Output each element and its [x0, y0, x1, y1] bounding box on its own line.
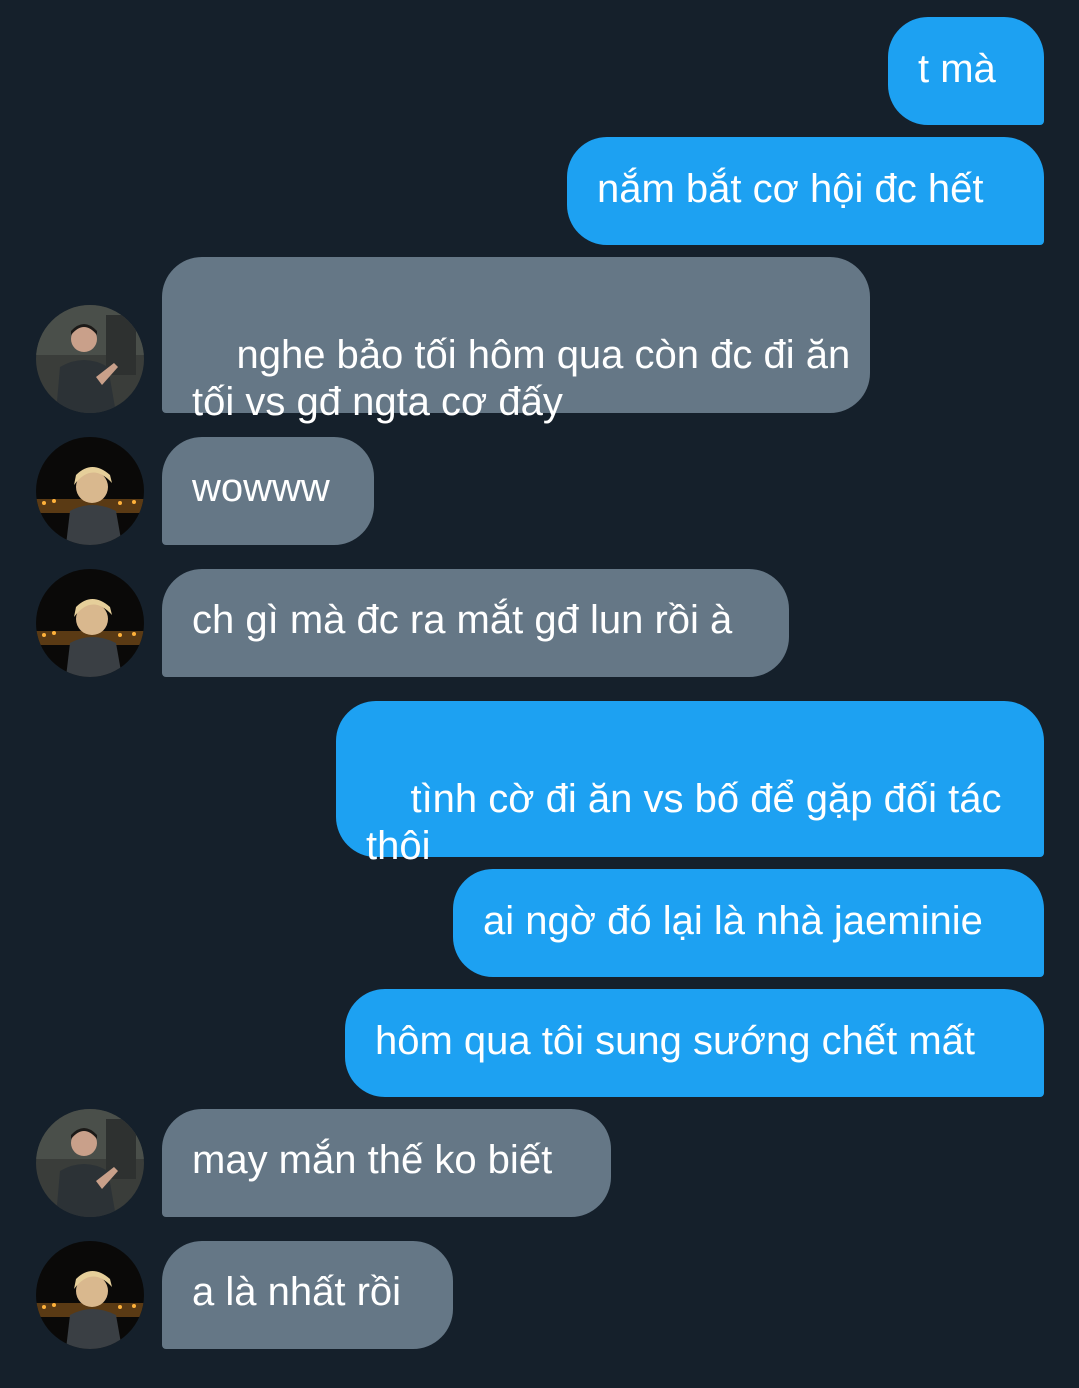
avatar-blonde-night[interactable] [36, 569, 144, 677]
message-text: a là nhất rồi [192, 1270, 402, 1314]
avatar-blonde-night[interactable] [36, 437, 144, 545]
incoming-message[interactable]: a là nhất rồi [162, 1241, 453, 1349]
avatar-dark-room[interactable] [36, 1109, 144, 1217]
avatar-dark-room[interactable] [36, 305, 144, 413]
incoming-message[interactable]: nghe bảo tối hôm qua còn đc đi ăn tối vs… [162, 257, 870, 424]
incoming-message[interactable]: wowww [162, 437, 374, 545]
avatar-blonde-night[interactable] [36, 1241, 144, 1349]
message-text: ch gì mà đc ra mắt gđ lun rồi à [192, 598, 733, 642]
message-text: ai ngờ đó lại là nhà jaeminie [483, 899, 983, 943]
message-text: may mắn thế ko biết [192, 1138, 553, 1182]
message-text: tình cờ đi ăn vs bố để gặp đối tác thôi [366, 777, 1002, 868]
outgoing-message[interactable]: tình cờ đi ăn vs bố để gặp đối tác thôi [336, 701, 1044, 868]
message-text: nghe bảo tối hôm qua còn đc đi ăn tối vs… [192, 333, 851, 424]
incoming-message[interactable]: ch gì mà đc ra mắt gđ lun rồi à [162, 569, 789, 677]
message-text: t mà [918, 47, 996, 91]
outgoing-message[interactable]: nắm bắt cơ hội đc hết [567, 137, 1044, 245]
incoming-message[interactable]: may mắn thế ko biết [162, 1109, 611, 1217]
outgoing-message[interactable]: hôm qua tôi sung sướng chết mất [345, 989, 1044, 1097]
outgoing-message[interactable]: ai ngờ đó lại là nhà jaeminie [453, 869, 1044, 977]
message-text: hôm qua tôi sung sướng chết mất [375, 1019, 975, 1063]
outgoing-message[interactable]: t mà [888, 17, 1044, 125]
message-thread: t mà nắm bắt cơ hội đc hết nghe bảo tối … [0, 0, 1079, 1388]
message-text: nắm bắt cơ hội đc hết [597, 167, 984, 211]
message-text: wowww [192, 466, 330, 510]
